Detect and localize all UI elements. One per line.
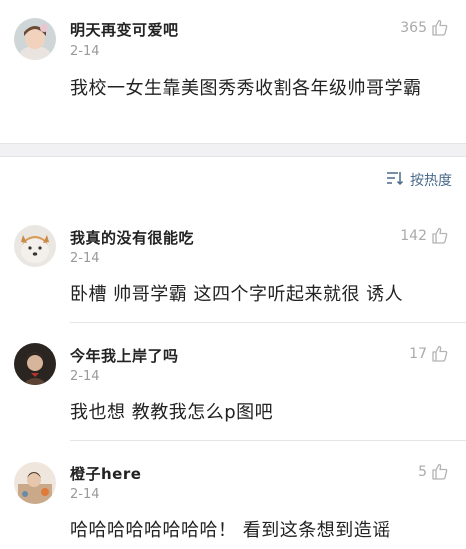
comment-text: 我也想 教教我怎么p图吧 xyxy=(70,402,274,423)
comment-item: 明天再变可爱吧 2-14 365 我校一女生靠美图秀秀收割各年级帅哥学霸 xyxy=(0,0,466,143)
like-count: 5 xyxy=(418,463,427,480)
like-count: 142 xyxy=(400,227,427,244)
divider xyxy=(70,322,466,323)
like-count: 365 xyxy=(400,19,427,36)
avatar[interactable] xyxy=(14,462,56,504)
comment-date: 2-14 xyxy=(70,487,100,502)
sort-label: 按热度 xyxy=(410,173,452,189)
comment-date: 2-14 xyxy=(70,369,100,384)
comment-item: 橙子here 2-14 5 哈哈哈哈哈哈哈哈！ 看到这条想到造谣 xyxy=(0,456,466,549)
comment-text: 我校一女生靠美图秀秀收割各年级帅哥学霸 xyxy=(70,78,422,99)
thumbs-up-icon xyxy=(431,227,448,244)
like-button[interactable]: 5 xyxy=(418,463,448,480)
avatar[interactable] xyxy=(14,343,56,385)
like-count: 17 xyxy=(409,345,427,362)
username[interactable]: 明天再变可爱吧 xyxy=(70,19,179,40)
comment-text: 卧槽 帅哥学霸 这四个字听起来就很 诱人 xyxy=(70,284,404,305)
comment-date: 2-14 xyxy=(70,251,100,266)
section-separator xyxy=(0,143,466,157)
like-button[interactable]: 17 xyxy=(409,345,448,362)
comment-item: 我真的没有很能吃 2-14 142 卧槽 帅哥学霸 这四个字听起来就很 诱人 xyxy=(0,218,466,328)
username[interactable]: 我真的没有很能吃 xyxy=(70,227,194,248)
username[interactable]: 今年我上岸了吗 xyxy=(70,345,179,366)
thumbs-up-icon xyxy=(431,345,448,362)
like-button[interactable]: 365 xyxy=(400,19,448,36)
avatar[interactable] xyxy=(14,225,56,267)
comment-item: 今年我上岸了吗 2-14 17 我也想 教教我怎么p图吧 xyxy=(0,337,466,447)
thumbs-up-icon xyxy=(431,463,448,480)
like-button[interactable]: 142 xyxy=(400,227,448,244)
sort-button[interactable]: 按热度 xyxy=(386,170,452,190)
divider xyxy=(70,440,466,441)
comment-date: 2-14 xyxy=(70,44,100,59)
avatar[interactable] xyxy=(14,18,56,60)
thumbs-up-icon xyxy=(431,19,448,36)
username[interactable]: 橙子here xyxy=(70,463,141,484)
comment-text: 哈哈哈哈哈哈哈哈！ 看到这条想到造谣 xyxy=(70,520,391,541)
sort-icon xyxy=(386,170,404,190)
